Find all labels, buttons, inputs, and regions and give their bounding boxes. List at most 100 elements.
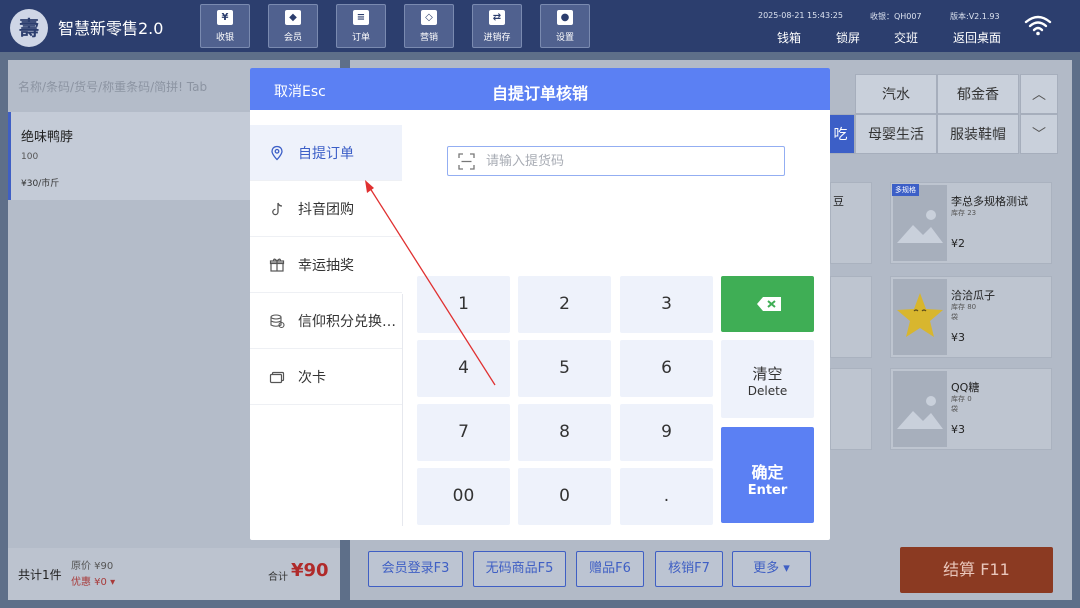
clear-sublabel: Delete (747, 384, 788, 398)
chevron-down-icon[interactable]: ﹀ (1020, 114, 1058, 154)
tab-label: 次卡 (298, 370, 326, 386)
clear-button[interactable]: 清空 Delete (721, 340, 814, 418)
cashier-id: 收银：QH007 (870, 12, 922, 21)
product-card[interactable]: QQ糖 库存 0 袋 ¥3 (890, 368, 1052, 450)
product-price: ¥2 (951, 237, 965, 250)
tab-lucky-draw[interactable]: 幸运抽奖 (250, 237, 402, 293)
cart-count: 共计1件 (18, 568, 62, 582)
nav-label: 收银 (215, 33, 234, 43)
product-card[interactable] (830, 368, 872, 450)
tiktok-icon (272, 202, 283, 216)
cash-drawer-button[interactable]: 钱箱 (777, 29, 801, 46)
nav-inventory-button[interactable]: ⇄ 进销存 (472, 4, 522, 48)
product-image (893, 279, 947, 355)
nav-settings-button[interactable]: ● 设置 (540, 4, 590, 48)
mountain-icon (897, 210, 943, 243)
confirm-sublabel: Enter (747, 483, 788, 498)
total-value: ¥90 (291, 560, 329, 581)
nav-label: 设置 (555, 33, 574, 43)
shift-handover-button[interactable]: 交班 (894, 29, 918, 46)
product-unit: 袋 (951, 313, 958, 321)
cancel-button[interactable]: 取消Esc (274, 81, 326, 101)
diamond-icon: ◆ (285, 10, 301, 25)
lock-screen-button[interactable]: 锁屏 (836, 29, 860, 46)
product-name: QQ糖 (951, 381, 980, 394)
card-icon (269, 371, 285, 384)
key-1[interactable]: 1 (417, 276, 510, 333)
pickup-verification-dialog: 自提订单核销 取消Esc 自提订单 抖音团购 幸运抽奖 信仰积分兑换… 次卡 1… (250, 68, 830, 540)
product-image-placeholder (893, 371, 947, 447)
cart-item-price: ¥30/市斤 (21, 179, 60, 189)
cart-item-qty: 100 (21, 152, 39, 162)
nav-label: 进销存 (483, 33, 511, 43)
nav-cashier-button[interactable]: ¥ 收银 (200, 4, 250, 48)
scan-icon (458, 153, 475, 170)
location-pin-icon (271, 145, 283, 161)
key-0[interactable]: 0 (518, 468, 611, 525)
discount-dropdown[interactable]: 优惠 ¥0 ▾ (71, 573, 115, 588)
category-tab-apparel[interactable]: 服装鞋帽 (937, 114, 1019, 154)
tab-punch-card[interactable]: 次卡 (250, 349, 402, 405)
confirm-label: 确定 (751, 463, 784, 482)
backspace-icon (757, 297, 781, 311)
product-stock: 库存 23 (951, 209, 977, 217)
key-3[interactable]: 3 (620, 276, 713, 333)
divider (402, 294, 403, 526)
key-9[interactable]: 9 (620, 404, 713, 461)
key-2[interactable]: 2 (518, 276, 611, 333)
gift-button[interactable]: 赠品F6 (576, 551, 644, 587)
product-card[interactable]: 洽洽瓜子 库存 80 袋 ¥3 (890, 276, 1052, 358)
cart-footer: 共计1件 原价 ¥90 优惠 ¥0 ▾ 合计 ¥90 (8, 548, 340, 600)
product-stock: 库存 80 (951, 303, 977, 311)
version: 版本:V2.1.93 (950, 12, 1000, 21)
category-tab-baby[interactable]: 母婴生活 (855, 114, 937, 154)
key-dot[interactable]: . (620, 468, 713, 525)
product-card[interactable]: 多规格 李总多规格测试 库存 23 ¥2 (890, 182, 1052, 264)
star-icon (897, 293, 943, 337)
coins-icon (270, 314, 285, 329)
tab-label: 信仰积分兑换… (298, 314, 396, 330)
key-5[interactable]: 5 (518, 340, 611, 397)
product-card[interactable] (830, 276, 872, 358)
tab-label: 自提订单 (298, 146, 354, 162)
nav-order-button[interactable]: ≡ 订单 (336, 4, 386, 48)
confirm-button[interactable]: 确定 Enter (721, 427, 814, 523)
product-unit: 袋 (951, 405, 958, 413)
nav-marketing-button[interactable]: ◇ 营销 (404, 4, 454, 48)
verify-button[interactable]: 核销F7 (655, 551, 723, 587)
category-tab-soda[interactable]: 汽水 (855, 74, 937, 114)
category-tab-snacks[interactable]: 吃 (826, 114, 855, 154)
tab-pickup-order[interactable]: 自提订单 (250, 125, 402, 181)
key-8[interactable]: 8 (518, 404, 611, 461)
mountain-icon (897, 396, 943, 429)
tab-points-redeem[interactable]: 信仰积分兑换… (250, 293, 402, 349)
dialog-title: 自提订单核销 (491, 84, 588, 103)
tab-label: 幸运抽奖 (298, 258, 354, 274)
tab-label: 抖音团购 (298, 202, 354, 218)
nav-member-button[interactable]: ◆ 会员 (268, 4, 318, 48)
multi-spec-badge: 多规格 (892, 184, 919, 196)
more-button[interactable]: 更多 ▾ (732, 551, 811, 587)
pickup-code-input[interactable] (486, 151, 776, 171)
order-icon: ≡ (353, 10, 369, 25)
pickup-code-field[interactable] (447, 146, 785, 176)
category-tab-tulip[interactable]: 郁金香 (937, 74, 1019, 114)
cashier-icon: ¥ (217, 10, 233, 25)
top-bar: 壽 智慧新零售2.0 ¥ 收银 ◆ 会员 ≡ 订单 ◇ 营销 ⇄ 进销存 ● 设… (0, 0, 1080, 52)
dialog-header: 自提订单核销 取消Esc (250, 68, 830, 110)
back-to-desktop-button[interactable]: 返回桌面 (953, 29, 1001, 46)
tag-icon: ◇ (421, 10, 437, 25)
backspace-button[interactable] (721, 276, 814, 332)
product-card[interactable]: 豆 (830, 182, 872, 264)
key-4[interactable]: 4 (417, 340, 510, 397)
product-price: ¥3 (951, 423, 965, 436)
chevron-up-icon[interactable]: ︿ (1020, 74, 1058, 114)
member-login-button[interactable]: 会员登录F3 (368, 551, 463, 587)
product-name: 洽洽瓜子 (951, 289, 995, 302)
tab-douyin-groupbuy[interactable]: 抖音团购 (250, 181, 402, 237)
no-barcode-item-button[interactable]: 无码商品F5 (473, 551, 566, 587)
key-6[interactable]: 6 (620, 340, 713, 397)
key-7[interactable]: 7 (417, 404, 510, 461)
checkout-button[interactable]: 结算 F11 (900, 547, 1053, 593)
key-00[interactable]: 00 (417, 468, 510, 525)
